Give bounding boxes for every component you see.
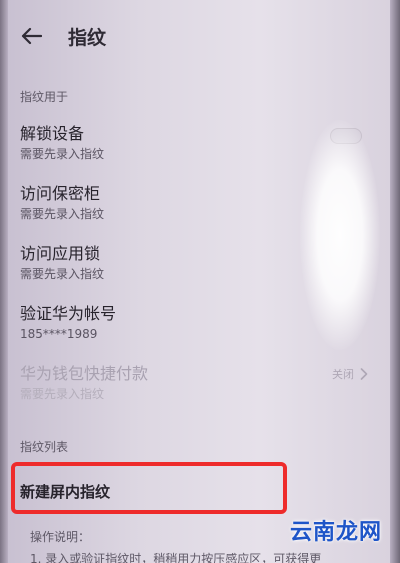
row-title: 验证华为帐号 — [20, 304, 117, 323]
row-title: 解锁设备 — [20, 124, 85, 143]
setting-row-huawei-account[interactable]: 验证华为帐号 185****1989 — [20, 304, 370, 342]
wallet-status: 关闭 — [332, 366, 370, 382]
row-title: 访问保密柜 — [20, 184, 101, 203]
help-line-1: 1. 录入或验证指纹时，稍稍用力按压感应区，可获得更 — [30, 552, 322, 563]
status-text: 关闭 — [332, 368, 354, 381]
row-subtitle: 需要先录入指纹 — [20, 147, 105, 161]
row-subtitle: 需要先录入指纹 — [20, 387, 105, 401]
setting-row-safe-access[interactable]: 访问保密柜 需要先录入指纹 — [20, 184, 370, 222]
watermark-logo: 云南龙网 — [289, 520, 382, 545]
section-label-usage: 指纹用于 — [20, 90, 69, 104]
row-subtitle: 需要先录入指纹 — [20, 207, 105, 221]
phone-frame-right-edge — [390, 0, 400, 563]
back-arrow-icon[interactable] — [18, 23, 44, 49]
fingerprint-settings-screen: 指纹 指纹用于 解锁设备 需要先录入指纹 访问保密柜 需要先录入指纹 访问应用锁… — [0, 0, 400, 563]
row-title: 华为钱包快捷付款 — [20, 364, 149, 383]
section-label-fingerprint-list: 指纹列表 — [20, 440, 69, 454]
help-title: 操作说明： — [30, 530, 91, 544]
phone-frame-left-edge — [0, 0, 8, 563]
setting-row-wallet-payment[interactable]: 华为钱包快捷付款 需要先录入指纹 关闭 — [20, 364, 370, 402]
new-in-screen-fingerprint-button[interactable]: 新建屏内指纹 — [20, 481, 110, 502]
unlock-device-toggle[interactable] — [330, 128, 362, 144]
row-subtitle: 需要先录入指纹 — [20, 267, 105, 281]
row-title: 访问应用锁 — [20, 244, 101, 263]
chevron-right-icon — [358, 368, 370, 380]
row-subtitle-phone: 185****1989 — [20, 327, 98, 341]
header: 指纹 — [18, 22, 106, 50]
page-title: 指纹 — [68, 26, 107, 49]
setting-row-app-lock[interactable]: 访问应用锁 需要先录入指纹 — [20, 244, 370, 282]
setting-row-unlock-device[interactable]: 解锁设备 需要先录入指纹 — [20, 124, 370, 162]
